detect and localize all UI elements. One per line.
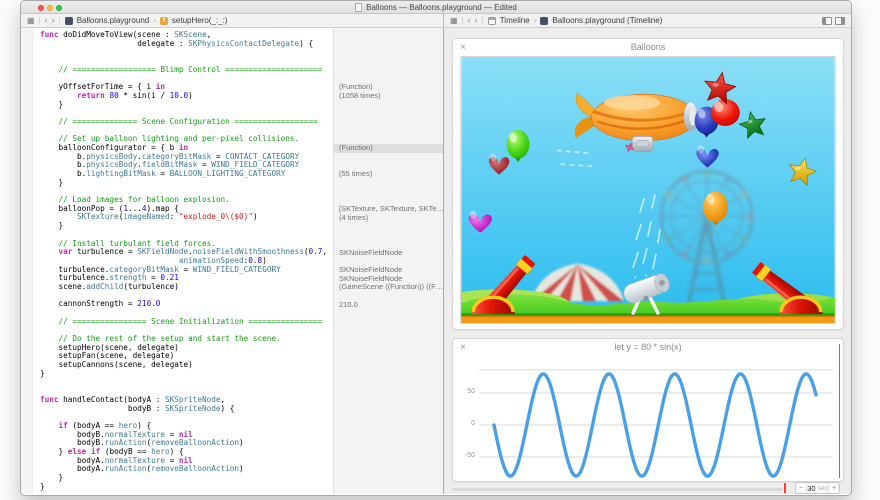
code-line: scene.addChild(turbulence) — [40, 283, 327, 292]
code-line: setupCannons(scene, delegate) — [40, 361, 327, 370]
forward-button[interactable]: › — [52, 16, 55, 25]
code-line — [40, 48, 327, 57]
forward-button[interactable]: › — [475, 16, 478, 25]
result-value[interactable]: (55 times) — [334, 170, 444, 179]
breadcrumb-timeline[interactable]: Timeline — [500, 16, 530, 25]
close-window-button[interactable] — [38, 5, 44, 11]
code-text[interactable]: func doDidMoveToView(scene : SKScene, de… — [40, 31, 327, 491]
duration-unit: sec — [818, 485, 828, 492]
playground-results-sidebar: (Function)(1058 times)(Function)(55 time… — [333, 28, 444, 494]
editor-jump-bar: ▦ | ‹ › | Balloons.playground › f setupH… — [21, 14, 444, 27]
playhead-line — [839, 344, 840, 478]
code-line — [40, 379, 327, 388]
code-line: // ================ Scene Initialization… — [40, 318, 327, 327]
close-icon[interactable]: × — [460, 39, 466, 56]
code-line: } — [40, 474, 327, 483]
playground-file-icon — [540, 17, 548, 25]
balloon-red — [711, 99, 740, 126]
balloons-scene — [460, 56, 836, 324]
timeline-playhead[interactable] — [784, 483, 786, 493]
titlebar: Balloons — Balloons.playground — Edited — [21, 1, 851, 14]
result-value[interactable]: (Function) — [334, 83, 444, 92]
result-value[interactable]: (Function) — [334, 144, 444, 153]
code-line: } — [40, 483, 327, 492]
graph-card: × let y = 80 * sin(x) 50 0 -50 — [452, 338, 844, 482]
decrement-button[interactable]: − — [796, 485, 806, 492]
dirt-ground — [461, 316, 834, 323]
live-view-header: × Balloons — [453, 39, 843, 56]
code-line: return 80 * sin(i / 10.0) — [40, 92, 327, 101]
y-tick-label: -50 — [453, 452, 475, 459]
timeline-pane: × Balloons — [444, 28, 851, 494]
code-line: cannonStrength = 210.0 — [40, 300, 327, 309]
y-tick-label: 50 — [453, 388, 475, 395]
breadcrumb-symbol[interactable]: setupHero(_:_:) — [172, 16, 228, 25]
code-line: SKTexture(imageNamed: "explode_0\($0)") — [40, 213, 327, 222]
code-line: bodyB : SKSpriteNode) { — [40, 405, 327, 414]
result-value[interactable]: (4 times) — [334, 214, 444, 223]
source-editor[interactable]: func doDidMoveToView(scene : SKScene, de… — [21, 28, 444, 494]
minimize-window-button[interactable] — [47, 5, 53, 11]
result-value[interactable]: [SKTexture, SKTexture, SKTe… — [334, 205, 444, 214]
duration-value: 30 — [807, 484, 815, 493]
code-line: // ================== Blimp Control ====… — [40, 66, 327, 75]
result-value[interactable]: 210.0 — [334, 301, 444, 310]
live-view-card: × Balloons — [452, 38, 844, 330]
show-assistant-button[interactable] — [822, 17, 832, 25]
document-proxy-icon — [355, 3, 362, 12]
related-items-icon[interactable]: ▦ — [27, 17, 35, 25]
show-utilities-button[interactable] — [835, 17, 845, 25]
playground-file-icon — [65, 17, 73, 25]
jump-bars: ▦ | ‹ › | Balloons.playground › f setupH… — [21, 14, 851, 28]
timeline-duration-stepper: − 30 sec + — [795, 482, 840, 494]
close-icon[interactable]: × — [460, 339, 466, 356]
result-value[interactable]: SKNoiseFieldNode — [334, 249, 444, 258]
code-line: delegate : SKPhysicsContactDelegate) { — [40, 40, 327, 49]
breadcrumb-timeline-file[interactable]: Balloons.playground (Timeline) — [552, 16, 662, 25]
code-line: } — [40, 222, 327, 231]
code-line: } — [40, 370, 327, 379]
related-items-icon[interactable]: ▦ — [450, 17, 458, 25]
back-button[interactable]: ‹ — [45, 16, 48, 25]
sine-plot — [453, 355, 843, 481]
timeline-icon — [488, 17, 496, 25]
result-value[interactable]: SKNoiseFieldNode — [334, 275, 444, 284]
timeline-scrubber-track[interactable] — [452, 488, 783, 491]
function-icon: f — [160, 17, 168, 25]
code-line: // ============== Scene Configuration ==… — [40, 118, 327, 127]
window-title: Balloons — Balloons.playground — Edited — [366, 3, 517, 12]
timeline-jump-bar: ▦ | ‹ › | Timeline › Balloons.playground… — [444, 14, 851, 27]
breadcrumb-file[interactable]: Balloons.playground — [77, 16, 150, 25]
result-value[interactable]: (GameScene ((Function)) ((F… — [334, 283, 444, 292]
code-line: bodyA.runAction(removeBalloonAction) — [40, 465, 327, 474]
code-line: } — [40, 179, 327, 188]
result-value[interactable]: SKNoiseFieldNode — [334, 266, 444, 275]
code-line: } — [40, 101, 327, 110]
live-view-title: Balloons — [631, 42, 666, 52]
zoom-window-button[interactable] — [56, 5, 62, 11]
graph-header: × let y = 80 * sin(x) — [453, 339, 843, 355]
xcode-window: Balloons — Balloons.playground — Edited … — [20, 0, 852, 496]
graph-title: let y = 80 * sin(x) — [614, 342, 681, 352]
back-button[interactable]: ‹ — [468, 16, 471, 25]
code-line: b.lightingBitMask = BALLOON_LIGHTING_CAT… — [40, 170, 327, 179]
y-tick-label: 0 — [453, 420, 475, 427]
result-value[interactable]: (1058 times) — [334, 92, 444, 101]
editor-gutter — [21, 28, 33, 494]
increment-button[interactable]: + — [829, 485, 839, 492]
